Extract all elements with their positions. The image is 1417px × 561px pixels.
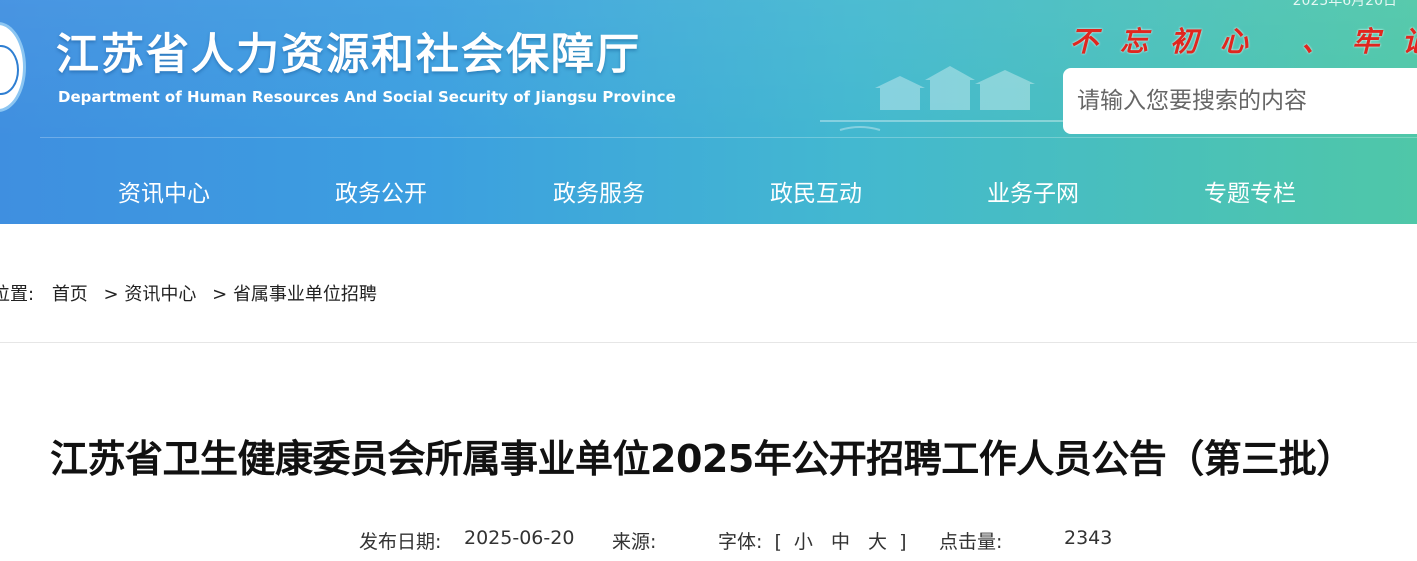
click-count-label: 点击量: [939, 531, 1003, 553]
breadcrumb-news-center-link[interactable]: 资讯中心 [124, 284, 196, 305]
font-size-large-button[interactable]: 大 [868, 531, 887, 553]
nav-item-public-interaction[interactable]: 政民互动 [770, 174, 862, 208]
site-header: 2025年6月20日 江苏省人力资源和社会保障厅 Department of H… [0, 0, 1417, 224]
breadcrumb-separator: > [103, 284, 119, 305]
click-count: 2343 [1064, 527, 1113, 549]
font-size-medium-button[interactable]: 中 [831, 531, 850, 553]
breadcrumb-home-link[interactable]: 首页 [52, 284, 88, 305]
publish-date: 2025-06-20 [464, 527, 575, 549]
emblem-ring [0, 45, 19, 95]
breadcrumb: 位置: 首页 > 资讯中心 > 省属事业单位招聘 [0, 280, 377, 306]
font-size-close-bracket: ] [899, 531, 907, 553]
content-divider [0, 342, 1417, 343]
font-size-control: 字体: [ 小 中 大 ] [718, 527, 907, 554]
nav-divider [40, 137, 1417, 138]
nav-item-government-affairs[interactable]: 政务公开 [335, 174, 427, 208]
publish-date-label: 发布日期: [359, 531, 442, 553]
site-subtitle: Department of Human Resources And Social… [58, 88, 676, 106]
top-date: 2025年6月20日 [1292, 0, 1397, 9]
nav-item-government-services[interactable]: 政务服务 [553, 174, 645, 208]
site-title[interactable]: 江苏省人力资源和社会保障厅 [56, 20, 641, 82]
main-nav: 资讯中心 政务公开 政务服务 政民互动 业务子网 专题专栏 [0, 160, 1417, 220]
nav-item-special-topics[interactable]: 专题专栏 [1204, 174, 1296, 208]
source-label: 来源: [612, 531, 657, 553]
breadcrumb-recruitment-link[interactable]: 省属事业单位招聘 [233, 284, 377, 305]
nav-item-business-subnet[interactable]: 业务子网 [987, 174, 1079, 208]
breadcrumb-prefix: 位置: [0, 284, 35, 305]
font-size-open-bracket: [ [774, 531, 782, 553]
nav-item-news-center[interactable]: 资讯中心 [118, 174, 210, 208]
slogan-text: 不忘初心 、牢记 [1070, 25, 1417, 58]
search-input[interactable] [1063, 68, 1417, 134]
font-size-label: 字体: [718, 531, 763, 553]
article-title: 江苏省卫生健康委员会所属事业单位2025年公开招聘工作人员公告（第三批） [50, 437, 1354, 481]
font-size-small-button[interactable]: 小 [794, 531, 813, 553]
breadcrumb-separator: > [212, 284, 228, 305]
